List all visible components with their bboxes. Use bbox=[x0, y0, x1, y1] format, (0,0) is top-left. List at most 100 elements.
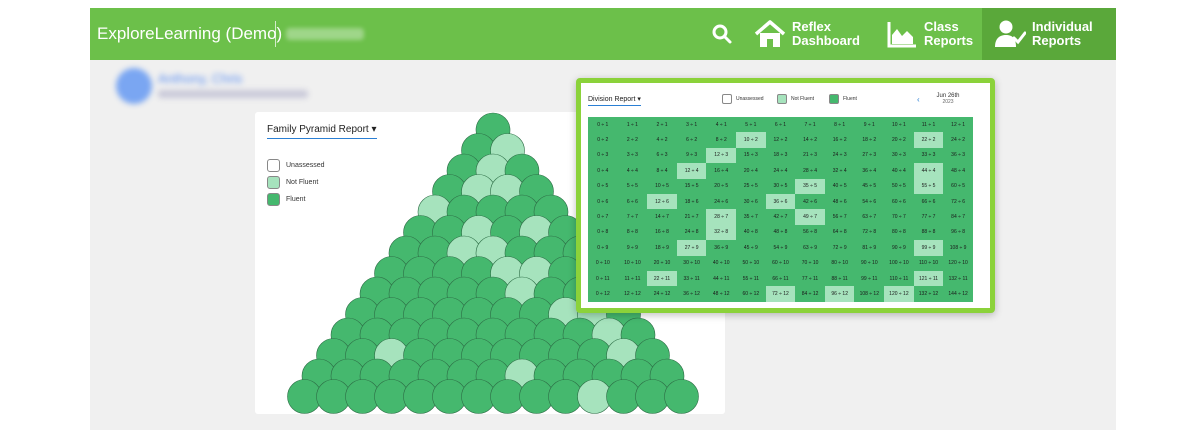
fact-cell[interactable]: 18 ÷ 3 bbox=[765, 147, 796, 164]
fact-cell[interactable]: 3 ÷ 1 bbox=[676, 117, 707, 133]
fact-cell[interactable]: 27 ÷ 3 bbox=[854, 147, 885, 164]
fact-cell[interactable]: 35 ÷ 7 bbox=[736, 209, 766, 225]
fact-cell[interactable]: 0 ÷ 5 bbox=[588, 178, 618, 194]
fact-cell[interactable]: 99 ÷ 9 bbox=[913, 240, 944, 256]
fact-cell[interactable]: 6 ÷ 1 bbox=[765, 117, 796, 133]
fact-cell[interactable]: 10 ÷ 2 bbox=[736, 132, 766, 148]
fact-cell[interactable]: 40 ÷ 10 bbox=[706, 255, 737, 271]
fact-cell[interactable]: 70 ÷ 7 bbox=[884, 209, 914, 225]
fact-cell[interactable]: 77 ÷ 11 bbox=[795, 270, 825, 287]
fact-cell[interactable]: 12 ÷ 12 bbox=[617, 286, 648, 302]
fact-cell[interactable]: 96 ÷ 12 bbox=[824, 286, 855, 302]
fact-cell[interactable]: 56 ÷ 8 bbox=[795, 224, 825, 241]
fact-cell[interactable]: 11 ÷ 11 bbox=[617, 270, 648, 287]
fact-cell[interactable]: 0 ÷ 2 bbox=[588, 132, 618, 148]
fact-cell[interactable]: 60 ÷ 6 bbox=[884, 193, 914, 210]
fact-cell[interactable]: 15 ÷ 3 bbox=[736, 147, 766, 164]
fact-cell[interactable]: 4 ÷ 4 bbox=[617, 163, 648, 179]
fact-cell[interactable]: 8 ÷ 4 bbox=[647, 163, 677, 179]
fact-cell[interactable]: 60 ÷ 12 bbox=[736, 286, 766, 302]
fact-cell[interactable]: 132 ÷ 11 bbox=[943, 270, 973, 287]
fact-cell[interactable]: 0 ÷ 12 bbox=[588, 286, 618, 302]
fact-cell[interactable]: 60 ÷ 10 bbox=[765, 255, 796, 271]
fact-cell[interactable]: 9 ÷ 1 bbox=[854, 117, 885, 133]
fact-cell[interactable]: 25 ÷ 5 bbox=[736, 178, 766, 194]
fact-cell[interactable]: 30 ÷ 10 bbox=[676, 255, 707, 271]
fact-cell[interactable]: 18 ÷ 6 bbox=[676, 193, 707, 210]
nav-class-reports[interactable]: Class Reports bbox=[886, 8, 973, 60]
fact-cell[interactable]: 21 ÷ 7 bbox=[676, 209, 707, 225]
fact-cell[interactable]: 24 ÷ 2 bbox=[943, 132, 973, 148]
fact-cell[interactable]: 0 ÷ 4 bbox=[588, 163, 618, 179]
fact-cell[interactable]: 36 ÷ 4 bbox=[854, 163, 885, 179]
fact-cell[interactable]: 72 ÷ 8 bbox=[854, 224, 885, 241]
fact-cell[interactable]: 7 ÷ 1 bbox=[795, 117, 825, 133]
fact-cell[interactable]: 12 ÷ 6 bbox=[647, 193, 677, 210]
fact-cell[interactable]: 0 ÷ 6 bbox=[588, 193, 618, 210]
pyramid-report-dropdown[interactable]: Family Pyramid Report ▾ bbox=[267, 124, 377, 139]
fact-cell[interactable]: 81 ÷ 9 bbox=[854, 240, 885, 256]
fact-cell[interactable]: 77 ÷ 7 bbox=[913, 209, 944, 225]
fact-cell[interactable]: 121 ÷ 11 bbox=[913, 270, 944, 287]
fact-cell[interactable]: 49 ÷ 7 bbox=[795, 209, 825, 225]
fact-cell[interactable]: 33 ÷ 11 bbox=[676, 270, 707, 287]
fact-cell[interactable]: 21 ÷ 3 bbox=[795, 147, 825, 164]
fact-cell[interactable]: 42 ÷ 7 bbox=[765, 209, 796, 225]
nav-individual-reports[interactable]: Individual Reports bbox=[982, 8, 1116, 60]
fact-cell[interactable]: 70 ÷ 10 bbox=[795, 255, 825, 271]
fact-cell[interactable]: 63 ÷ 7 bbox=[854, 209, 885, 225]
fact-cell[interactable]: 9 ÷ 9 bbox=[617, 240, 648, 256]
fact-cell[interactable]: 55 ÷ 5 bbox=[913, 178, 944, 194]
fact-cell[interactable]: 15 ÷ 5 bbox=[676, 178, 707, 194]
fact-cell[interactable]: 48 ÷ 4 bbox=[943, 163, 973, 179]
fact-cell[interactable]: 2 ÷ 2 bbox=[617, 132, 648, 148]
fact-cell[interactable]: 0 ÷ 8 bbox=[588, 224, 618, 241]
fact-cell[interactable]: 90 ÷ 9 bbox=[884, 240, 914, 256]
fact-cell[interactable]: 18 ÷ 9 bbox=[647, 240, 677, 256]
fact-cell[interactable]: 0 ÷ 10 bbox=[588, 255, 618, 271]
fact-cell[interactable]: 20 ÷ 4 bbox=[736, 163, 766, 179]
fact-cell[interactable]: 50 ÷ 5 bbox=[884, 178, 914, 194]
fact-cell[interactable]: 28 ÷ 7 bbox=[706, 209, 737, 225]
fact-cell[interactable]: 28 ÷ 4 bbox=[795, 163, 825, 179]
fact-cell[interactable]: 18 ÷ 2 bbox=[854, 132, 885, 148]
fact-cell[interactable]: 72 ÷ 12 bbox=[765, 286, 796, 302]
fact-cell[interactable]: 54 ÷ 9 bbox=[765, 240, 796, 256]
fact-cell[interactable]: 8 ÷ 2 bbox=[706, 132, 737, 148]
fact-cell[interactable]: 12 ÷ 3 bbox=[706, 147, 737, 164]
fact-cell[interactable]: 24 ÷ 4 bbox=[765, 163, 796, 179]
brand-title[interactable]: ExploreLearning (Demo) bbox=[97, 8, 282, 60]
fact-cell[interactable]: 24 ÷ 12 bbox=[647, 286, 677, 302]
fact-cell[interactable]: 0 ÷ 1 bbox=[588, 117, 618, 133]
fact-cell[interactable]: 14 ÷ 7 bbox=[647, 209, 677, 225]
fact-cell[interactable]: 99 ÷ 11 bbox=[854, 270, 885, 287]
fact-cell[interactable]: 88 ÷ 11 bbox=[824, 270, 855, 287]
fact-cell[interactable]: 40 ÷ 8 bbox=[736, 224, 766, 241]
fact-cell[interactable]: 16 ÷ 2 bbox=[824, 132, 855, 148]
fact-cell[interactable]: 48 ÷ 6 bbox=[824, 193, 855, 210]
fact-cell[interactable]: 60 ÷ 5 bbox=[943, 178, 973, 194]
fact-cell[interactable]: 45 ÷ 5 bbox=[854, 178, 885, 194]
fact-cell[interactable]: 6 ÷ 3 bbox=[647, 147, 677, 164]
fact-cell[interactable]: 12 ÷ 4 bbox=[676, 163, 707, 179]
fact-cell[interactable]: 0 ÷ 7 bbox=[588, 209, 618, 225]
fact-cell[interactable]: 66 ÷ 11 bbox=[765, 270, 796, 287]
fact-cell[interactable]: 0 ÷ 3 bbox=[588, 147, 618, 164]
fact-cell[interactable]: 48 ÷ 8 bbox=[765, 224, 796, 241]
nav-reflex-dashboard[interactable]: Reflex Dashboard bbox=[754, 8, 860, 60]
fact-cell[interactable]: 40 ÷ 5 bbox=[824, 178, 855, 194]
fact-cell[interactable]: 11 ÷ 1 bbox=[913, 117, 944, 133]
fact-cell[interactable]: 72 ÷ 9 bbox=[824, 240, 855, 256]
fact-cell[interactable]: 108 ÷ 12 bbox=[854, 286, 885, 302]
fact-cell[interactable]: 120 ÷ 12 bbox=[884, 286, 914, 302]
fact-cell[interactable]: 44 ÷ 4 bbox=[913, 163, 944, 179]
fact-cell[interactable]: 35 ÷ 5 bbox=[795, 178, 825, 194]
fact-cell[interactable]: 4 ÷ 1 bbox=[706, 117, 737, 133]
fact-cell[interactable]: 33 ÷ 3 bbox=[913, 147, 944, 164]
fact-cell[interactable]: 10 ÷ 10 bbox=[617, 255, 648, 271]
fact-cell[interactable]: 48 ÷ 12 bbox=[706, 286, 737, 302]
fact-cell[interactable]: 1 ÷ 1 bbox=[617, 117, 648, 133]
fact-family-circle[interactable] bbox=[664, 379, 699, 414]
fact-cell[interactable]: 100 ÷ 10 bbox=[884, 255, 914, 271]
fact-cell[interactable]: 6 ÷ 2 bbox=[676, 132, 707, 148]
